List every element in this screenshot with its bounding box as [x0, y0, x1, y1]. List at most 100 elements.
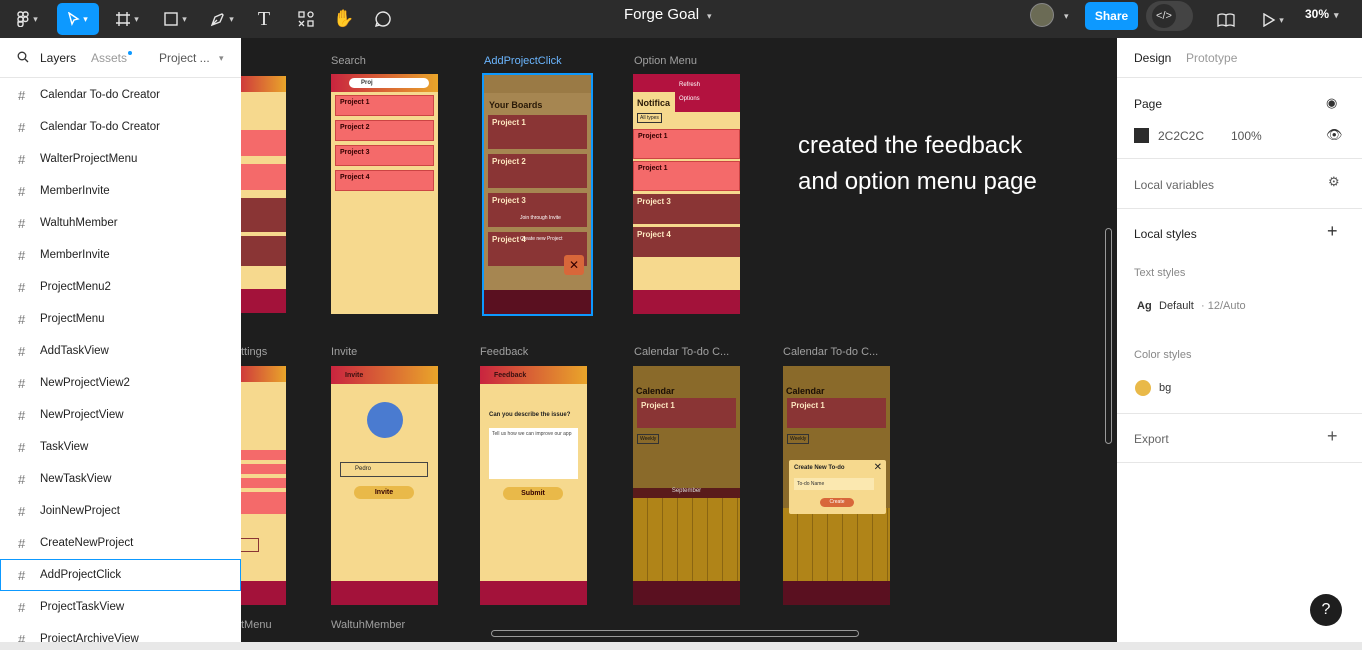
notification-card[interactable]: Project 1 [633, 129, 740, 159]
tab-project-pages[interactable]: Project ... [159, 51, 210, 65]
tab-design[interactable]: Design [1134, 51, 1171, 65]
frame-label-calendar-1[interactable]: Calendar To-do C... [634, 346, 729, 358]
frame-label-settings[interactable]: ttings [241, 346, 267, 358]
join-invite-label[interactable]: Join through Invite [520, 215, 561, 221]
page-color-value[interactable]: 2C2C2C [1158, 129, 1204, 143]
notification-card[interactable]: Project 1 [633, 161, 740, 191]
search-icon[interactable] [17, 51, 29, 63]
avatar[interactable] [1030, 3, 1054, 27]
layer-item[interactable]: # WaltuhMember [0, 207, 241, 239]
layer-item[interactable]: # AddTaskView [0, 335, 241, 367]
frame-label-add-project-click[interactable]: AddProjectClick [484, 55, 562, 67]
color-style-name[interactable]: bg [1159, 382, 1171, 394]
help-button[interactable]: ? [1310, 594, 1342, 626]
frame-calendar-2[interactable]: Calendar Project 1 Weekly Create New To-… [783, 366, 890, 605]
layer-item[interactable]: # NewProjectView [0, 399, 241, 431]
layer-item[interactable]: # Calendar To-do Creator [0, 111, 241, 143]
layer-item[interactable]: # ProjectArchiveView [0, 623, 241, 643]
feedback-textarea[interactable]: Tell us how we can improve our app [489, 428, 578, 479]
project-card[interactable]: Project 1 [787, 398, 886, 428]
eye-toggle-icon[interactable]: ◉ [1326, 95, 1337, 111]
figma-menu-icon[interactable]: ▾ [10, 3, 44, 35]
pen-tool-icon[interactable]: ▾ [204, 3, 240, 35]
filter-select[interactable]: All types [637, 113, 662, 123]
frame-label-feedback[interactable]: Feedback [480, 346, 528, 358]
submit-button[interactable]: Submit [503, 487, 563, 500]
layer-item[interactable]: # CreateNewProject [0, 527, 241, 559]
frame-add-project-click[interactable]: Your Boards Project 1 Project 2 Project … [482, 73, 593, 316]
search-result[interactable]: Project 4 [335, 170, 434, 191]
notification-card[interactable]: Project 3 [633, 194, 740, 224]
create-button[interactable]: Create [820, 498, 854, 507]
share-button[interactable]: Share [1085, 2, 1138, 30]
todo-name-field[interactable]: To-do Name [794, 478, 874, 490]
tab-prototype[interactable]: Prototype [1186, 51, 1237, 65]
text-tool-icon[interactable]: T [252, 3, 276, 35]
frame-project-menu-partial[interactable] [241, 76, 286, 313]
frame-option-menu[interactable]: Notifica Refresh Options All types Proje… [633, 74, 740, 314]
view-select[interactable]: Weekly [787, 434, 810, 444]
layer-item[interactable]: # ProjectTaskView [0, 591, 241, 623]
layer-item[interactable]: # WalterProjectMenu [0, 143, 241, 175]
chevron-down-icon[interactable]: ▾ [1064, 11, 1069, 22]
project-card[interactable]: Project 1 [637, 398, 736, 428]
project-card[interactable]: Project 3 [488, 193, 587, 227]
move-tool-icon[interactable]: ▾ [57, 3, 99, 35]
chevron-down-icon[interactable]: ▾ [219, 53, 224, 64]
close-icon[interactable]: ✕ [564, 255, 584, 275]
library-icon[interactable] [1215, 4, 1237, 36]
frame-search[interactable]: Proj Project 1 Project 2 Project 3 Proje… [331, 74, 438, 314]
layer-item[interactable]: # TaskView [0, 431, 241, 463]
frame-feedback[interactable]: Feedback Can you describe the issue? Tel… [480, 366, 587, 605]
present-icon[interactable]: ▾ [1258, 4, 1288, 36]
close-icon[interactable]: ✕ [874, 462, 882, 473]
frame-calendar-1[interactable]: Calendar Project 1 Weekly September [633, 366, 740, 605]
layer-item[interactable]: # NewTaskView [0, 463, 241, 495]
frame-label-invite[interactable]: Invite [331, 346, 357, 358]
file-title[interactable]: Forge Goal ▾ [624, 6, 712, 23]
resources-icon[interactable] [295, 3, 317, 35]
page-opacity-value[interactable]: 100% [1231, 129, 1262, 143]
add-export-icon[interactable]: + [1327, 426, 1338, 447]
comment-icon[interactable] [372, 3, 394, 35]
search-field[interactable]: Proj [349, 78, 429, 88]
menu-item-options[interactable]: Options [675, 88, 740, 102]
frame-label-tmenu[interactable]: tMenu [241, 619, 272, 631]
calendar-grid[interactable] [633, 498, 740, 582]
page-color-swatch[interactable] [1134, 128, 1149, 143]
hand-tool-icon[interactable]: ✋ [333, 3, 355, 35]
visibility-icon[interactable]: 👁 [1326, 127, 1343, 143]
search-result[interactable]: Project 3 [335, 145, 434, 166]
vertical-scrollbar[interactable] [1105, 228, 1112, 444]
tab-layers[interactable]: Layers [40, 51, 76, 65]
layer-item[interactable]: # MemberInvite [0, 175, 241, 207]
layer-item[interactable]: # MemberInvite [0, 239, 241, 271]
canvas-text-note[interactable]: created the feedback and option menu pag… [798, 128, 1058, 199]
menu-item-refresh[interactable]: Refresh [675, 74, 740, 88]
add-style-icon[interactable]: + [1327, 221, 1338, 242]
frame-label-waltuh[interactable]: WaltuhMember [331, 619, 405, 631]
canvas[interactable]: ttings tMenu Search Proj Project 1 Proje… [241, 38, 1117, 642]
frame-settings-partial[interactable] [241, 366, 286, 605]
view-select[interactable]: Weekly [637, 434, 660, 444]
invite-name-field[interactable]: Pedro [340, 462, 428, 477]
layer-item[interactable]: # JoinNewProject [0, 495, 241, 527]
zoom-level[interactable]: 30% ▾ [1305, 7, 1339, 21]
color-style-swatch[interactable] [1135, 380, 1151, 396]
frame-tool-icon[interactable]: ▾ [110, 3, 144, 35]
layer-item[interactable]: # ProjectMenu2 [0, 271, 241, 303]
frame-label-option-menu[interactable]: Option Menu [634, 55, 697, 67]
invite-button[interactable]: Invite [354, 486, 414, 499]
variables-icon[interactable]: ⚙ [1328, 174, 1340, 190]
create-project-label[interactable]: Create new Project [520, 236, 563, 242]
search-result[interactable]: Project 1 [335, 95, 434, 116]
horizontal-scrollbar[interactable] [491, 630, 859, 637]
layer-item[interactable]: # AddProjectClick [0, 559, 241, 591]
project-card[interactable]: Project 2 [488, 154, 587, 188]
frame-label-search[interactable]: Search [331, 55, 366, 67]
dev-mode-toggle[interactable]: </> [1146, 1, 1193, 31]
frame-invite[interactable]: Invite Pedro Invite [331, 366, 438, 605]
frame-label-calendar-2[interactable]: Calendar To-do C... [783, 346, 878, 358]
shape-tool-icon[interactable]: ▾ [158, 3, 192, 35]
local-variables-label[interactable]: Local variables [1134, 178, 1214, 192]
